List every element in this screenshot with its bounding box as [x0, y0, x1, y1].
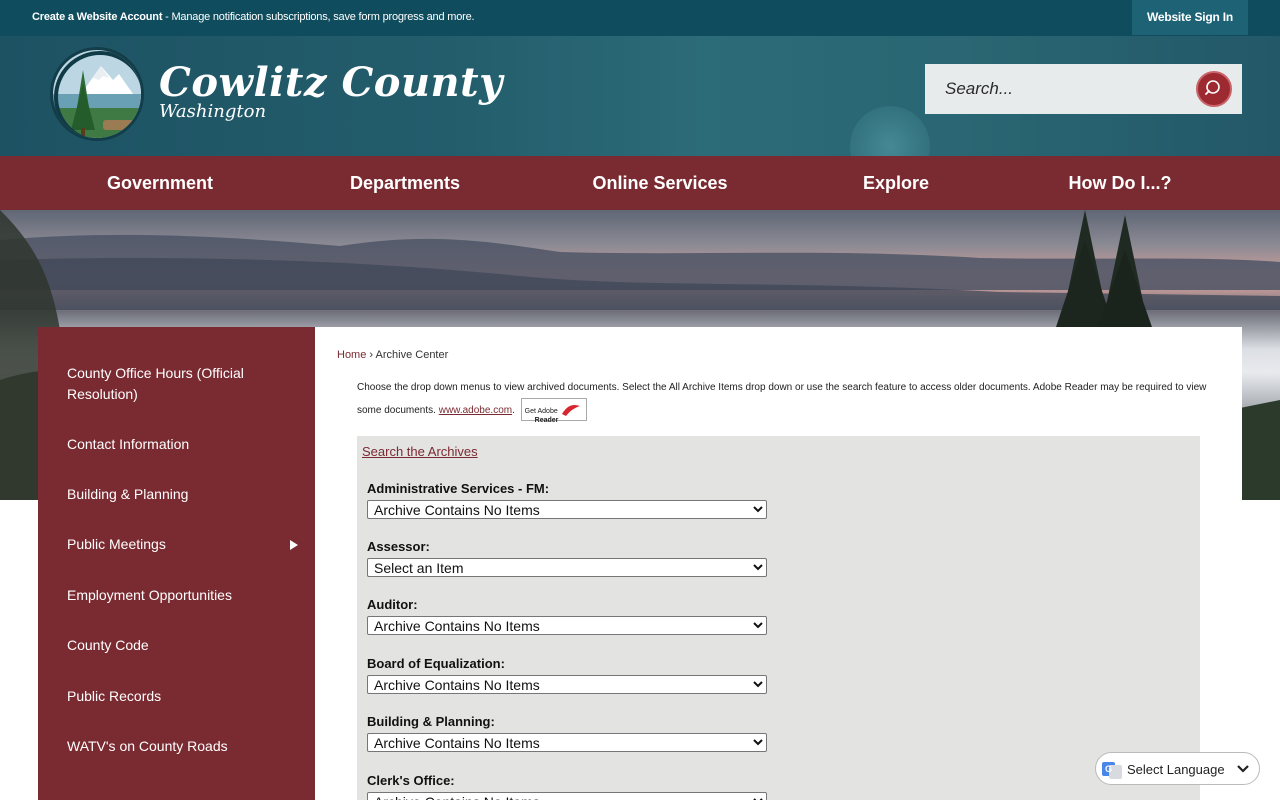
- adobe-link[interactable]: www.adobe.com: [439, 405, 512, 416]
- nav-how-do-i[interactable]: How Do I...?: [1020, 156, 1220, 210]
- breadcrumb-separator: ›: [366, 349, 376, 361]
- sidebar-menu: County Office Hours (Official Resolution…: [38, 327, 315, 800]
- sidebar-item-public-records[interactable]: Public Records: [67, 686, 297, 707]
- archive-select-building-planning[interactable]: Archive Contains No Items: [367, 733, 767, 752]
- search-box: [925, 64, 1242, 114]
- archive-select-auditor[interactable]: Archive Contains No Items: [367, 616, 767, 635]
- archive-group-assessor: Assessor: Select an Item: [367, 539, 767, 577]
- search-the-archives-link[interactable]: Search the Archives: [362, 444, 478, 459]
- search-icon: [1205, 80, 1220, 95]
- sidebar-item-building-planning[interactable]: Building & Planning: [67, 484, 297, 505]
- page: Create a Website Account - Manage notifi…: [0, 0, 1280, 800]
- breadcrumb-current: Archive Center: [375, 349, 449, 361]
- sidebar-item-contact-information[interactable]: Contact Information: [67, 434, 297, 455]
- intro-paragraph: Choose the drop down menus to view archi…: [357, 377, 1207, 424]
- select-language-label: Select Language: [1127, 762, 1225, 777]
- archive-select-administrative-services[interactable]: Archive Contains No Items: [367, 500, 767, 519]
- google-translate-widget[interactable]: G Select Language: [1095, 752, 1260, 785]
- archive-label: Board of Equalization:: [367, 656, 505, 671]
- sidebar-item-county-office-hours[interactable]: County Office Hours (Official Resolution…: [67, 363, 297, 405]
- nav-departments[interactable]: Departments: [305, 156, 505, 210]
- create-account-link[interactable]: Create a Website Account: [32, 11, 162, 23]
- header-glow: [850, 106, 930, 156]
- archive-select-assessor[interactable]: Select an Item: [367, 558, 767, 577]
- archive-select-clerks-office[interactable]: Archive Contains No Items: [367, 792, 767, 800]
- website-sign-in-button[interactable]: Website Sign In: [1132, 0, 1248, 35]
- svg-text:G: G: [1105, 764, 1112, 774]
- account-message: Create a Website Account - Manage notifi…: [32, 11, 475, 23]
- intro-period: .: [512, 405, 515, 417]
- account-description: - Manage notification subscriptions, sav…: [162, 11, 475, 23]
- main-content: Home › Archive Center Choose the drop do…: [315, 327, 1242, 800]
- main-navigation: Government Departments Online Services E…: [0, 156, 1280, 210]
- county-seal-logo[interactable]: [50, 47, 144, 141]
- archive-label: Administrative Services - FM:: [367, 481, 550, 496]
- archive-group-building-planning: Building & Planning: Archive Contains No…: [367, 714, 767, 752]
- site-header: Cowlitz County Washington: [0, 36, 1280, 156]
- get-adobe-reader-badge[interactable]: Get Adobe Reader: [520, 398, 587, 424]
- breadcrumb-home-link[interactable]: Home: [337, 349, 366, 361]
- adobe-badge-line2: Reader: [534, 417, 559, 424]
- archive-label: Assessor:: [367, 539, 430, 554]
- adobe-reader-icon: [561, 404, 580, 416]
- nav-explore[interactable]: Explore: [796, 156, 996, 210]
- sidebar-item-public-meetings[interactable]: Public Meetings: [67, 534, 297, 555]
- archive-select-board-of-equalization[interactable]: Archive Contains No Items: [367, 675, 767, 694]
- chevron-down-icon: [1237, 765, 1249, 773]
- sidebar-item-county-code[interactable]: County Code: [67, 635, 297, 656]
- archive-group-auditor: Auditor: Archive Contains No Items: [367, 597, 767, 635]
- archive-group-clerks-office: Clerk's Office: Archive Contains No Item…: [367, 773, 767, 800]
- search-button[interactable]: [1196, 71, 1232, 107]
- sidebar-item-watvs-on-county-roads[interactable]: WATV's on County Roads: [67, 736, 297, 757]
- breadcrumb: Home › Archive Center: [337, 349, 448, 361]
- submenu-arrow-icon[interactable]: [290, 540, 298, 550]
- site-title: Cowlitz County: [159, 59, 503, 106]
- archive-label: Auditor:: [367, 597, 418, 612]
- top-bar: Create a Website Account - Manage notifi…: [0, 0, 1280, 36]
- site-logo-text[interactable]: Cowlitz County Washington: [159, 59, 503, 121]
- archive-group-board-of-equalization: Board of Equalization: Archive Contains …: [367, 656, 767, 694]
- sidebar-item-employment-opportunities[interactable]: Employment Opportunities: [67, 585, 297, 606]
- archive-group-administrative-services: Administrative Services - FM: Archive Co…: [367, 481, 767, 519]
- nav-government[interactable]: Government: [60, 156, 260, 210]
- nav-online-services[interactable]: Online Services: [560, 156, 760, 210]
- archive-label: Clerk's Office:: [367, 773, 455, 788]
- archive-panel: Search the Archives Administrative Servi…: [357, 436, 1200, 800]
- google-translate-icon: G: [1102, 762, 1122, 779]
- search-input[interactable]: [945, 76, 1185, 102]
- archive-label: Building & Planning:: [367, 714, 495, 729]
